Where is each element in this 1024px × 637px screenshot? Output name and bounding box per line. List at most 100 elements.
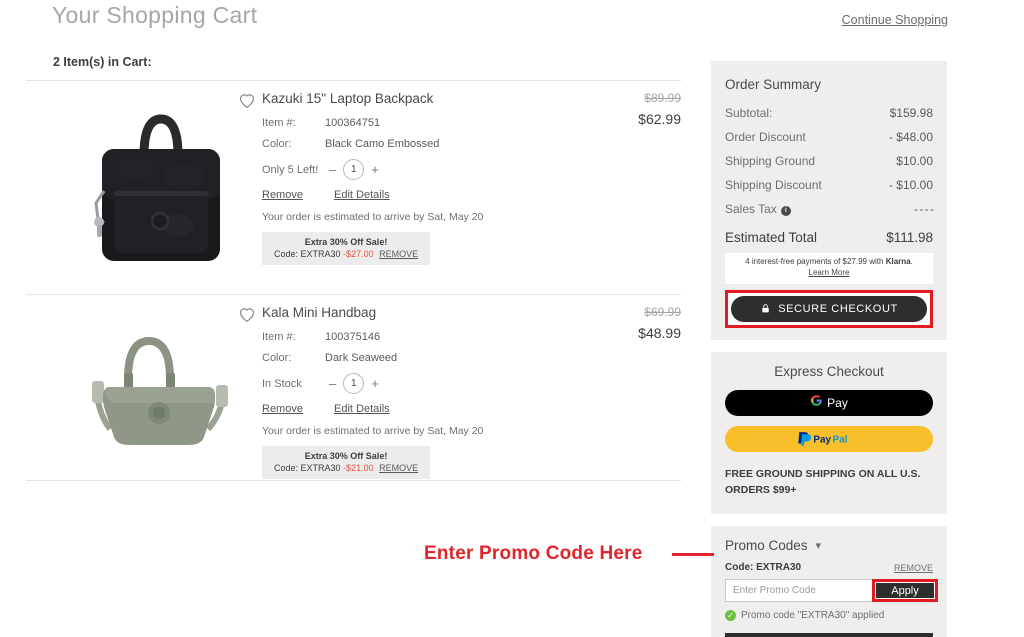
secure-checkout-highlight: SECURE CHECKOUT: [725, 289, 933, 328]
promo-chip-title: Extra 30% Off Sale!: [304, 237, 388, 247]
applied-promo-row: Code: EXTRA30 REMOVE: [725, 562, 933, 573]
wishlist-heart-icon[interactable]: [236, 303, 258, 325]
item-actions: Remove Edit Details: [262, 403, 682, 415]
applied-promo-remove-link[interactable]: REMOVE: [894, 563, 933, 573]
summary-label: Order Discount: [725, 130, 806, 144]
quantity-value[interactable]: 1: [343, 159, 365, 180]
secure-checkout-label: SECURE CHECKOUT: [778, 302, 898, 315]
summary-value: $159.98: [889, 106, 933, 120]
continue-shopping-link[interactable]: Continue Shopping: [842, 13, 948, 27]
summary-label: Sales Tax: [725, 202, 777, 216]
item-number-value: 100364751: [325, 117, 381, 129]
promo-chip-amount: -$21.00: [343, 463, 374, 473]
remove-item-link[interactable]: Remove: [262, 189, 303, 201]
google-pay-label: Pay: [827, 395, 848, 410]
promo-chip-remove-link[interactable]: REMOVE: [379, 249, 418, 259]
color-value: Black Camo Embossed: [325, 138, 440, 150]
secure-checkout-button[interactable]: SECURE CHECKOUT: [731, 295, 927, 322]
promo-chip-code: Code: EXTRA30: [274, 463, 341, 473]
quantity-decrease-button[interactable]: –: [325, 376, 340, 391]
google-g-icon: [810, 394, 823, 412]
current-price: $48.99: [638, 325, 681, 341]
quantity-increase-button[interactable]: +: [367, 162, 383, 177]
color-row: Color: Black Camo Embossed: [262, 138, 682, 150]
summary-row-shipping-discount: Shipping Discount - $10.00: [725, 178, 933, 192]
quantity-stepper: In Stock – 1 +: [262, 373, 682, 394]
paypal-button[interactable]: Pay Pal: [725, 425, 933, 452]
klarna-logo: Klarna: [885, 257, 911, 266]
quantity-stepper: Only 5 Left! – 1 +: [262, 159, 682, 180]
promo-chip-amount: -$27.00: [343, 249, 374, 259]
item-number-label: Item #:: [262, 117, 296, 129]
annotation-text: Enter Promo Code Here: [424, 543, 643, 564]
wishlist-heart-icon[interactable]: [236, 89, 258, 111]
google-pay-button[interactable]: Pay: [725, 389, 933, 416]
promo-chip-details: Code: EXTRA30 -$21.00 REMOVE: [274, 463, 418, 473]
summary-row-subtotal: Subtotal: $159.98: [725, 106, 933, 120]
item-actions: Remove Edit Details: [262, 189, 682, 201]
promo-codes-header[interactable]: Promo Codes ▾: [725, 538, 933, 553]
annotation-arrow: [672, 553, 714, 556]
check-circle-icon: ✓: [725, 610, 736, 622]
promo-chip-code: Code: EXTRA30: [274, 249, 341, 259]
info-icon[interactable]: i: [780, 205, 791, 216]
summary-value: - - - -: [914, 202, 934, 216]
klarna-text: 4 interest-free payments of $27.99 with: [745, 257, 884, 266]
chevron-down-icon[interactable]: ▾: [816, 539, 822, 552]
edit-details-link[interactable]: Edit Details: [334, 189, 390, 201]
promo-chip-remove-link[interactable]: REMOVE: [379, 463, 418, 473]
stock-status: In Stock: [262, 377, 302, 390]
original-price: $89.99: [644, 91, 681, 105]
quantity-increase-button[interactable]: +: [367, 376, 383, 391]
color-label: Color:: [262, 352, 292, 364]
promo-chip-title: Extra 30% Off Sale!: [304, 451, 388, 461]
price-column: $89.99 $62.99: [571, 91, 681, 127]
svg-text:Pal: Pal: [833, 434, 848, 445]
price-column: $69.99 $48.99: [571, 305, 681, 341]
product-image-handbag[interactable]: [66, 301, 256, 481]
promo-input-row: Apply: [725, 579, 938, 603]
svg-text:Pay: Pay: [813, 434, 831, 445]
summary-row-sales-tax: Sales Tax i - - - -: [725, 202, 934, 216]
promo-code-input[interactable]: [725, 579, 873, 603]
express-checkout-title: Express Checkout: [774, 363, 884, 379]
klarna-learn-more-link[interactable]: Learn More: [809, 268, 850, 277]
apply-promo-button[interactable]: Apply: [876, 583, 934, 599]
page-title: Your Shopping Cart: [52, 2, 258, 28]
original-price: $69.99: [644, 305, 681, 319]
estimated-total-label: Estimated Total: [725, 230, 818, 245]
cart-items-list: Kazuki 15" Laptop Backpack Item #: 10036…: [26, 80, 681, 481]
cart-item: Kazuki 15" Laptop Backpack Item #: 10036…: [26, 81, 681, 294]
summary-label-wrap: Sales Tax i: [725, 202, 791, 216]
quantity-value[interactable]: 1: [343, 373, 365, 394]
summary-label: Shipping Discount: [725, 178, 822, 192]
estimated-total-row: Estimated Total $111.98: [725, 230, 933, 245]
summary-row-shipping-ground: Shipping Ground $10.00: [725, 154, 933, 168]
summary-label: Shipping Ground: [725, 154, 816, 168]
remove-item-link[interactable]: Remove: [262, 403, 303, 415]
summary-value: - $10.00: [888, 178, 933, 192]
delivery-estimate: Your order is estimated to arrive by Sat…: [262, 211, 484, 223]
color-row: Color: Dark Seaweed: [262, 352, 682, 364]
estimated-total-value: $111.98: [886, 230, 933, 245]
todays-offers-button[interactable]: TODAY'S OFFERS: [725, 633, 933, 637]
cart-item: Kala Mini Handbag Item #: 100375146 Colo…: [26, 295, 681, 480]
free-shipping-message: FREE GROUND SHIPPING ON ALL U.S. ORDERS …: [725, 467, 921, 496]
edit-details-link[interactable]: Edit Details: [334, 403, 390, 415]
apply-button-highlight: Apply: [872, 579, 938, 603]
right-rail: Order Summary Subtotal: $159.98 Order Di…: [711, 61, 947, 637]
delivery-estimate: Your order is estimated to arrive by Sat…: [262, 425, 484, 437]
lock-icon: [760, 303, 771, 314]
stock-status: Only 5 Left!: [262, 163, 319, 176]
promo-applied-message: ✓ Promo code "EXTRA30" applied: [725, 610, 933, 622]
summary-row-order-discount: Order Discount - $48.00: [725, 130, 933, 144]
quantity-decrease-button[interactable]: –: [325, 162, 340, 177]
promo-codes-panel: Promo Codes ▾ Code: EXTRA30 REMOVE Apply…: [711, 526, 947, 637]
product-image-backpack[interactable]: [66, 91, 256, 271]
summary-value: $10.00: [896, 154, 933, 168]
order-summary-title: Order Summary: [725, 77, 822, 92]
promo-codes-title: Promo Codes: [725, 538, 808, 554]
shopping-cart-page: Your Shopping Cart Continue Shopping 2 I…: [0, 0, 1024, 637]
item-promo-chip: Extra 30% Off Sale! Code: EXTRA30 -$27.0…: [262, 232, 431, 265]
color-label: Color:: [262, 138, 292, 150]
